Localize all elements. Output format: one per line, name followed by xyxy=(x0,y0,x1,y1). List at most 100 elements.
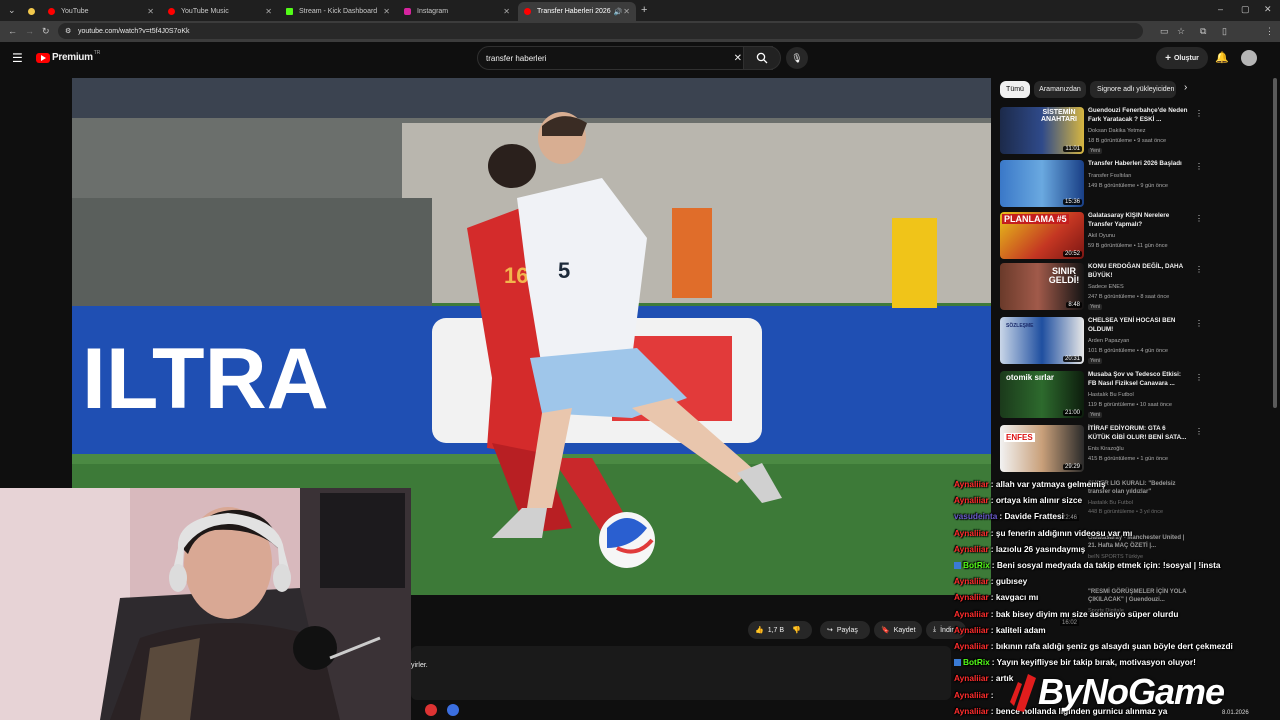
thumbs-down-icon[interactable]: 👎 xyxy=(792,626,801,634)
rec-channel[interactable]: Sadece ENES xyxy=(1088,284,1124,290)
minimize-icon[interactable]: – xyxy=(1218,4,1223,14)
chat-username: Aynaliiar xyxy=(954,624,989,635)
rec-channel[interactable]: Arden Papazyan xyxy=(1088,338,1129,344)
video-thumbnail[interactable]: SINIR GELDİ! 8:48 xyxy=(1000,263,1084,310)
recommended-video[interactable]: 15:36 Transfer Haberleri 2026 Başladı Tr… xyxy=(1000,160,1203,212)
forward-icon[interactable]: → xyxy=(25,26,34,36)
audio-playing-icon[interactable]: 🔊 xyxy=(614,8,623,16)
create-button[interactable]: + Oluştur xyxy=(1156,47,1208,69)
rec-meta: 101 B görüntüleme • 4 gün önce xyxy=(1088,348,1169,354)
window-close-icon[interactable]: ✕ xyxy=(1264,4,1272,15)
new-badge: Yeni xyxy=(1088,304,1103,310)
back-icon[interactable]: ← xyxy=(8,26,17,36)
tab-instagram[interactable]: Instagram ✕ xyxy=(398,2,516,21)
chat-message: Aynaliiar: allah var yatmaya gelmemiş xyxy=(954,479,1106,489)
chat-message-text: Beni sosyal medyada da takip etmek için:… xyxy=(996,560,1221,570)
description-box[interactable]: yirler. xyxy=(411,646,951,700)
close-tab-icon[interactable]: ✕ xyxy=(623,7,630,16)
rec-title: Transfer Haberleri 2026 Başladı xyxy=(1088,160,1182,167)
chip-from-search[interactable]: Aramanızdan xyxy=(1034,81,1086,98)
more-options-icon[interactable]: ⋮ xyxy=(1195,319,1203,328)
tab-search-icon[interactable]: ⌄ xyxy=(8,5,16,16)
rec-title: Galatasaray KIŞIN Nerelere Transfer Yapm… xyxy=(1088,212,1170,228)
logo-text: Premium xyxy=(52,52,93,63)
taskbar-strip xyxy=(411,700,951,720)
thumbnail-text: otomik sırlar xyxy=(1006,373,1055,382)
extensions-icon[interactable]: ⧉ xyxy=(1200,26,1206,37)
address-bar[interactable]: ⚙ youtube.com/watch?v=t5f4J0S7oKk xyxy=(58,23,1143,39)
more-options-icon[interactable]: ⋮ xyxy=(1195,373,1203,382)
reload-icon[interactable]: ↻ xyxy=(42,26,50,37)
pinned-tab[interactable] xyxy=(22,2,38,21)
close-tab-icon[interactable]: ✕ xyxy=(383,7,390,16)
tab-active-transfer[interactable]: Transfer Haberleri 2026 🔊 ✕ xyxy=(518,2,636,21)
notifications-bell-icon[interactable]: 🔔 xyxy=(1215,51,1229,64)
recommended-video[interactable]: otomik sırlar 21:00 Musaba Şov ve Tedesc… xyxy=(1000,371,1203,423)
taskbar-app-icon[interactable] xyxy=(447,704,459,716)
tab-youtube-music[interactable]: YouTube Music ✕ xyxy=(162,2,278,21)
tab-youtube[interactable]: YouTube ✕ xyxy=(42,2,160,21)
description-text: yirler. xyxy=(411,662,428,669)
search-button[interactable] xyxy=(743,46,781,70)
cast-icon[interactable]: ▭ xyxy=(1160,26,1169,37)
recommended-video[interactable]: SINIR GELDİ! 8:48 KONU ERDOĞAN DEĞİL, DA… xyxy=(1000,263,1203,315)
share-button[interactable]: ↪ Paylaş xyxy=(820,621,870,639)
more-options-icon[interactable]: ⋮ xyxy=(1195,162,1203,171)
chevron-right-icon[interactable]: › xyxy=(1184,82,1187,93)
youtube-logo[interactable]: Premium TR xyxy=(36,50,100,63)
more-options-icon[interactable]: ⋮ xyxy=(1195,265,1203,274)
create-label: Oluştur xyxy=(1173,54,1199,62)
tab-label: YouTube Music xyxy=(181,8,229,15)
video-thumbnail[interactable]: ENFES 29:29 xyxy=(1000,425,1084,472)
chip-from-uploader[interactable]: Signore adlı yükleyiciden xyxy=(1090,81,1176,98)
rec-channel[interactable]: Hastalık Bu Futbol xyxy=(1088,392,1134,398)
rec-meta: 18 B görüntüleme • 9 saat önce xyxy=(1088,138,1167,144)
page-scrollbar[interactable] xyxy=(1273,78,1277,408)
voice-search-button[interactable]: 🎙 xyxy=(786,47,808,69)
rec-channel[interactable]: Transfer Fısıltıları xyxy=(1088,173,1132,179)
pinned-tab-icon xyxy=(28,8,35,15)
search-input[interactable]: transfer haberleri ✕ xyxy=(477,46,773,70)
close-tab-icon[interactable]: ✕ xyxy=(147,7,154,16)
new-badge: Yeni xyxy=(1088,148,1103,154)
rec-channel[interactable]: Akil Oyunu xyxy=(1088,233,1115,239)
video-thumbnail[interactable]: otomik sırlar 21:00 xyxy=(1000,371,1084,418)
save-button[interactable]: 🔖 Kaydet xyxy=(874,621,922,639)
sidepanel-icon[interactable]: ▯ xyxy=(1222,26,1227,37)
taskbar-app-icon[interactable] xyxy=(425,704,437,716)
account-avatar[interactable] xyxy=(1241,50,1257,66)
video-thumbnail[interactable]: SÖZLEŞME 20:31 xyxy=(1000,317,1084,364)
new-tab-icon[interactable]: + xyxy=(641,4,647,16)
recommended-video[interactable]: SİSTEMİN ANAHTARI 11:01 Guendouzi Fenerb… xyxy=(1000,107,1203,159)
rec-channel[interactable]: Enis Kirazoğlu xyxy=(1088,446,1124,452)
rec-meta: 119 B görüntüleme • 10 saat önce xyxy=(1088,402,1172,408)
more-options-icon[interactable]: ⋮ xyxy=(1195,214,1203,223)
close-tab-icon[interactable]: ✕ xyxy=(265,7,272,16)
video-thumbnail[interactable]: SİSTEMİN ANAHTARI 11:01 xyxy=(1000,107,1084,154)
chat-message: Aynaliiar: bıkının rafa aldığı şeniz gs … xyxy=(954,641,1233,651)
youtube-play-logo-icon xyxy=(36,52,50,63)
bookmark-star-icon[interactable]: ☆ xyxy=(1177,26,1185,37)
duration-badge: 8:48 xyxy=(1066,302,1082,308)
tab-kick-dashboard[interactable]: Stream - Kick Dashboard ✕ xyxy=(280,2,396,21)
chat-message: Aynaliiar: kaliteli adam xyxy=(954,625,1046,635)
site-info-icon[interactable]: ⚙ xyxy=(65,27,71,35)
rec-channel[interactable]: Doksan Dakika Yetmez xyxy=(1088,128,1146,134)
duration-badge: 20:52 xyxy=(1062,251,1082,257)
recommended-video[interactable]: ENFES 29:29 İTİRAF EDİYORUM: GTA 6 KÜTÜK… xyxy=(1000,425,1203,477)
rec-title: Guendouzi Fenerbahçe'de Neden Fark Yarat… xyxy=(1088,107,1188,123)
recommended-video[interactable]: PLANLAMA #5 20:52 Galatasaray KIŞIN Nere… xyxy=(1000,212,1203,264)
like-dislike-button[interactable]: 👍 1,7 B 👎 xyxy=(748,621,812,639)
chip-all[interactable]: Tümü xyxy=(1000,81,1030,98)
clear-search-icon[interactable]: ✕ xyxy=(734,53,742,64)
video-thumbnail[interactable]: 15:36 xyxy=(1000,160,1084,207)
search-icon xyxy=(756,52,768,64)
recommended-video[interactable]: SÖZLEŞME 20:31 CHELSEA YENİ HOCASI BEN O… xyxy=(1000,317,1203,369)
hamburger-menu-icon[interactable]: ☰ xyxy=(12,51,23,65)
more-options-icon[interactable]: ⋮ xyxy=(1195,427,1203,436)
more-options-icon[interactable]: ⋮ xyxy=(1195,109,1203,118)
chrome-menu-icon[interactable]: ⋮ xyxy=(1265,26,1274,37)
video-thumbnail[interactable]: PLANLAMA #5 20:52 xyxy=(1000,212,1084,259)
close-tab-icon[interactable]: ✕ xyxy=(503,7,510,16)
maximize-icon[interactable]: ▢ xyxy=(1241,4,1250,15)
